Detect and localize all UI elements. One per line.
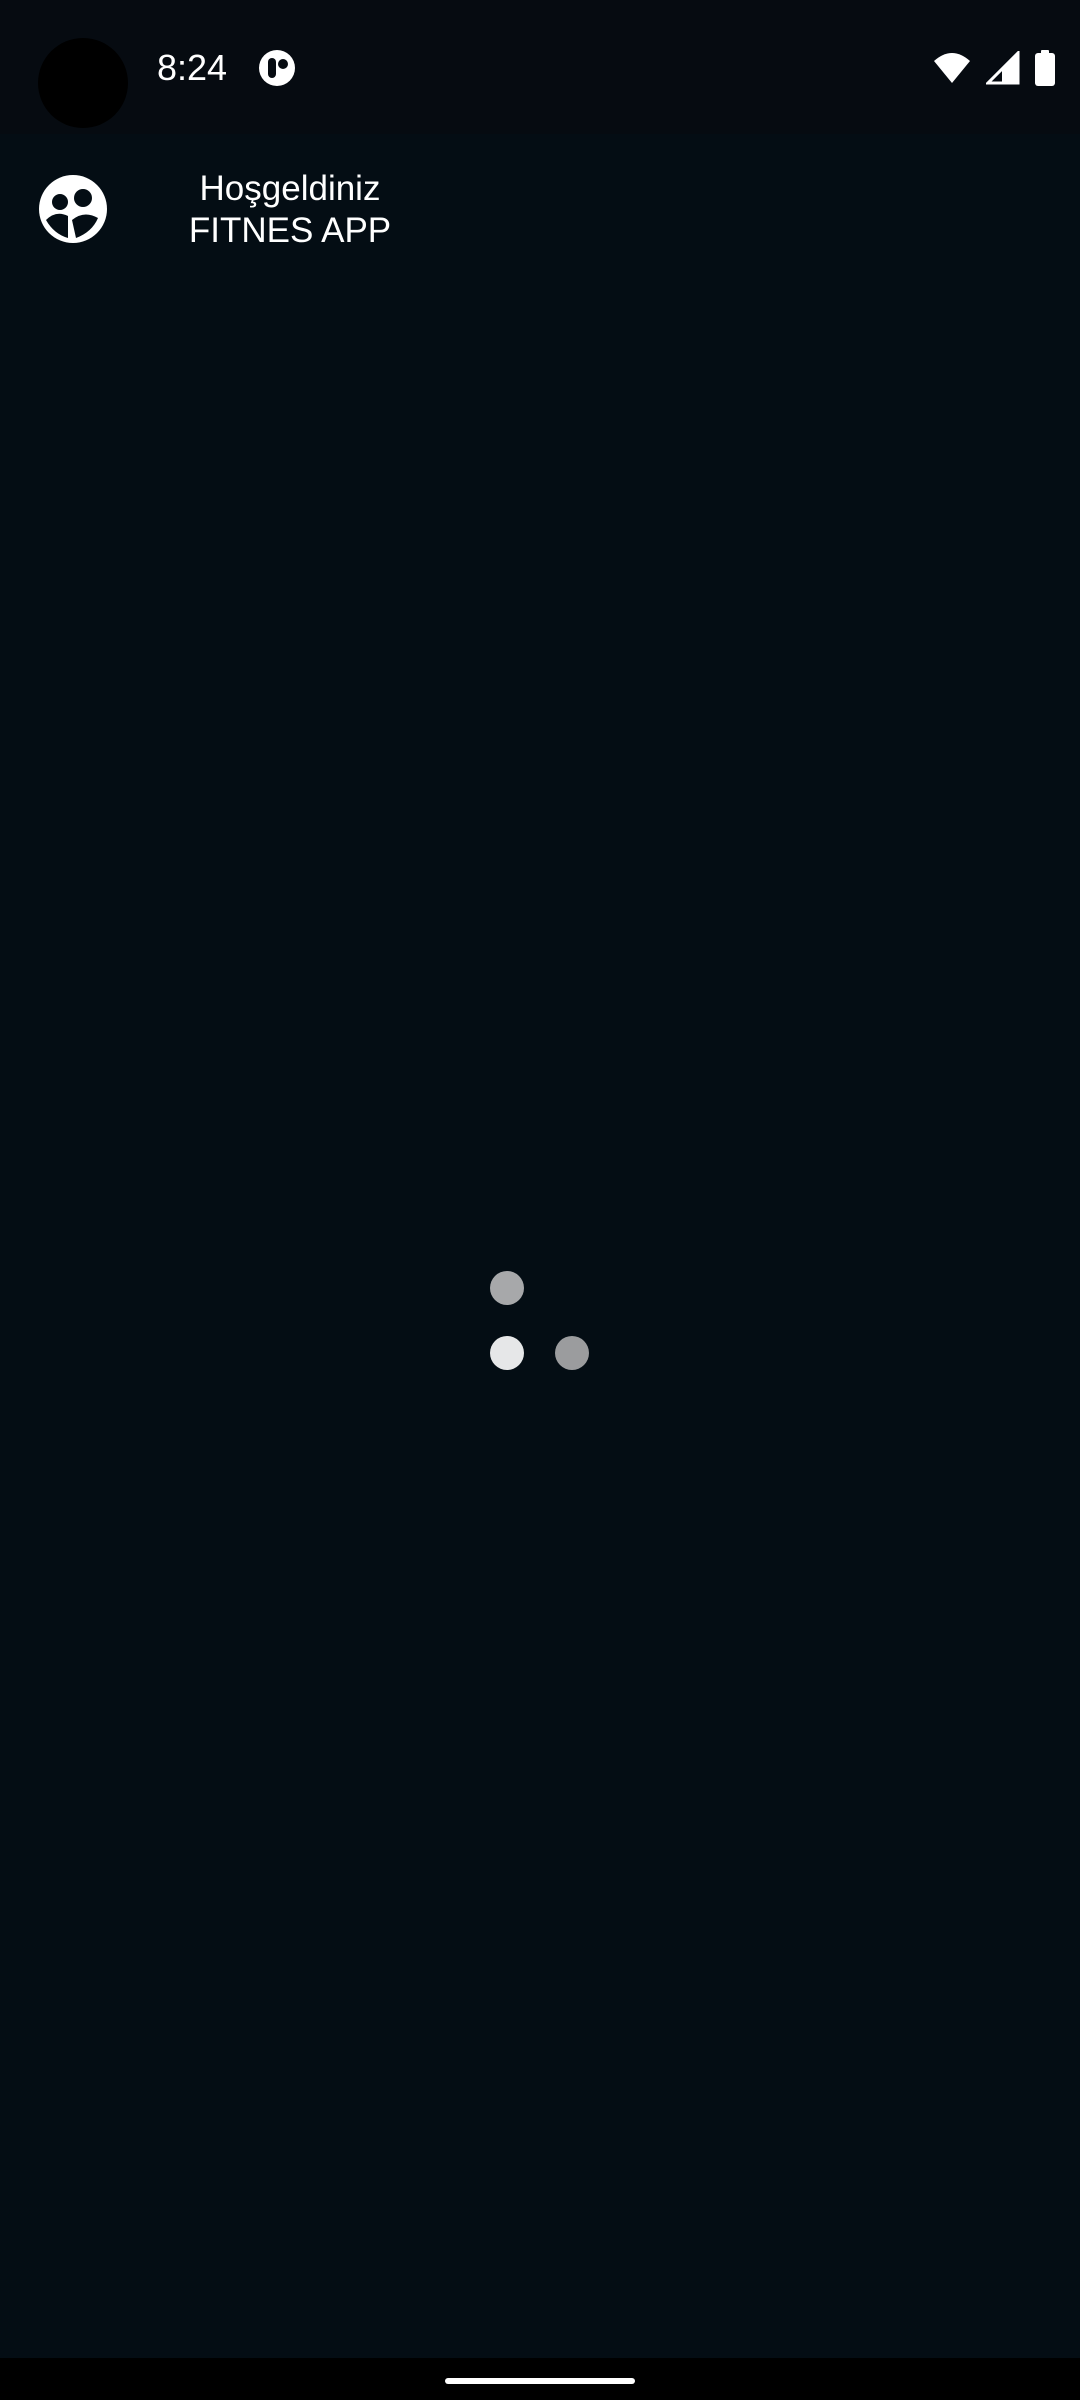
app-screen: 8:24 Hoşgeldiniz FITNES APP	[0, 0, 1080, 2400]
loader-dot-top	[490, 1271, 524, 1305]
status-time: 8:24	[157, 47, 228, 88]
app-header: Hoşgeldiniz FITNES APP	[0, 134, 1080, 284]
battery-icon	[1035, 50, 1055, 86]
app-name-text: FITNES APP	[188, 211, 392, 250]
notification-app-icon	[259, 50, 295, 86]
status-icons	[932, 48, 1056, 88]
loader-dot-bottom-left	[490, 1336, 524, 1370]
wifi-icon	[934, 53, 970, 83]
greeting-text: Hoşgeldiniz	[199, 169, 381, 208]
loading-dots-icon	[488, 1270, 590, 1370]
loader-dot-bottom-right	[555, 1336, 589, 1370]
camera-cutout	[38, 38, 128, 128]
status-bar: 8:24	[0, 0, 1080, 134]
home-gesture-handle[interactable]	[445, 2378, 635, 2384]
header-title-block: Hoşgeldiniz FITNES APP	[170, 168, 410, 252]
account-circle-icon[interactable]	[38, 174, 108, 244]
navigation-bar	[0, 2358, 1080, 2400]
cellular-signal-icon	[986, 51, 1020, 85]
